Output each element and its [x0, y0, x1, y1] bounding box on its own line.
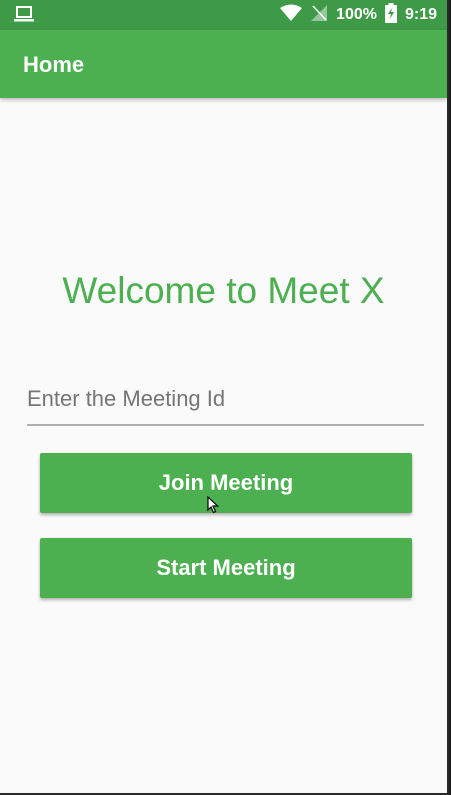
- welcome-heading: Welcome to Meet X: [62, 270, 385, 311]
- clock: 9:19: [404, 6, 437, 23]
- status-bar: 100% 9:19: [0, 0, 447, 30]
- no-signal-icon: [310, 4, 328, 27]
- laptop-icon: [14, 5, 34, 28]
- app-bar-title: Home: [23, 52, 85, 77]
- meeting-id-input[interactable]: [27, 378, 424, 426]
- phone-screen: 100% 9:19 Home Welcome to Meet X Join Me…: [0, 0, 449, 795]
- wifi-icon: [280, 4, 303, 27]
- battery-charging-icon: [384, 2, 397, 28]
- status-indicators: 100% 9:19: [280, 0, 437, 30]
- join-meeting-button[interactable]: Join Meeting: [40, 453, 412, 513]
- mouse-cursor-icon: [207, 495, 220, 519]
- battery-percent: 100%: [336, 6, 377, 23]
- app-bar: Home: [0, 30, 447, 98]
- start-meeting-button[interactable]: Start Meeting: [40, 538, 412, 598]
